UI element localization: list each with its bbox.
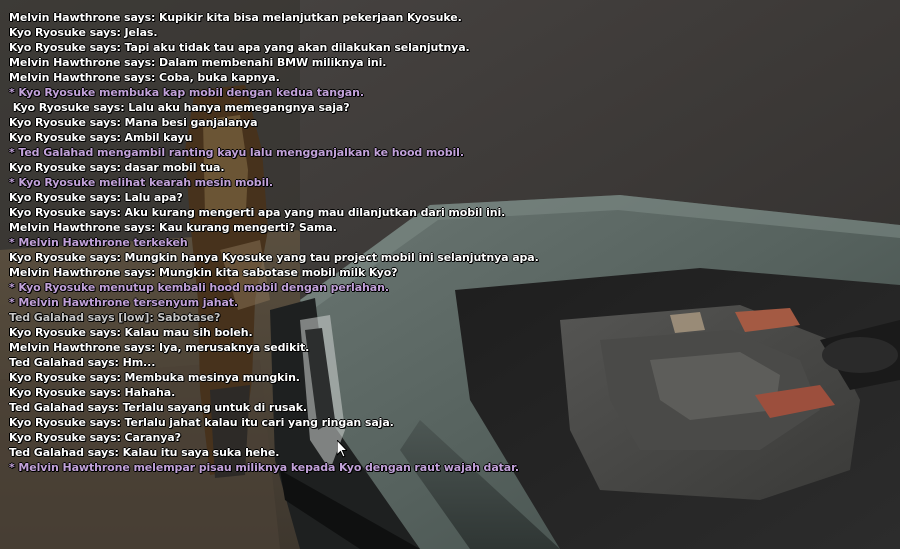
mouse-cursor-icon: [336, 438, 349, 462]
game-scene: [0, 0, 900, 549]
